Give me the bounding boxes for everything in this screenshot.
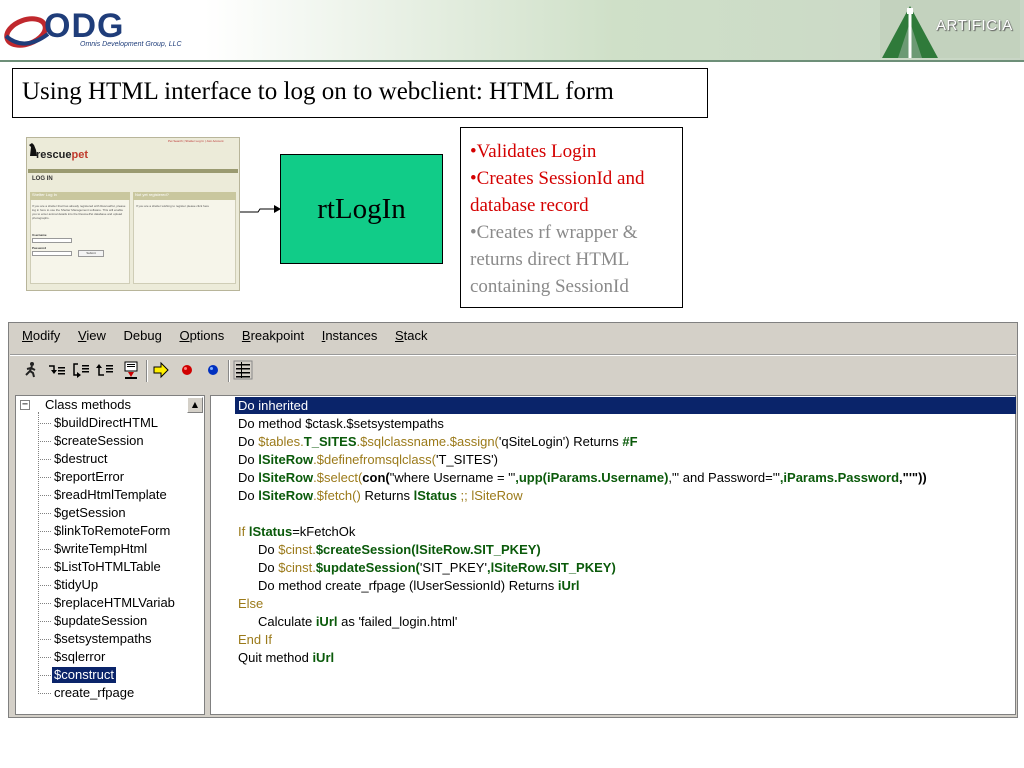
tree-item-method[interactable]: $setsystempaths <box>54 631 152 647</box>
run-icon[interactable] <box>20 358 42 382</box>
tree-scroll-up-button[interactable]: ▲ <box>187 397 203 413</box>
code-line-12[interactable]: Calculate iUrl as 'failed_login.html' <box>258 613 457 630</box>
tree-guide-branch <box>38 639 51 640</box>
artificia-logo-text: ARTIFICIA <box>936 17 1013 34</box>
menu-view[interactable]: View <box>78 328 106 343</box>
code-line-3[interactable]: Do $tables.T_SITES.$sqlclassname.$assign… <box>238 433 638 450</box>
thumbnail-password-label: Password <box>32 246 47 250</box>
debug-toolbar <box>16 358 316 386</box>
note-creates-wrapper: •Creates rf wrapper & returns direct HTM… <box>470 222 638 297</box>
note-validates-login: •Validates Login <box>470 141 597 162</box>
thumbnail-register-heading: Not yet registered? <box>133 192 236 200</box>
thumbnail-register-text: If you are a shelter wishing to register… <box>136 204 210 208</box>
tree-item-method[interactable]: $construct <box>52 667 116 683</box>
code-line-2[interactable]: Do method $ctask.$setsystempaths <box>238 415 444 432</box>
tree-guide-line <box>38 412 39 694</box>
tree-guide-branch <box>38 477 51 478</box>
tree-item-method[interactable]: $createSession <box>54 433 144 449</box>
menu-instances[interactable]: Instances <box>322 328 378 343</box>
go-to-icon[interactable] <box>150 358 172 382</box>
odg-logo-text: ODG <box>44 7 125 45</box>
tree-item-method[interactable]: $updateSession <box>54 613 147 629</box>
tree-item-method[interactable]: $getSession <box>54 505 126 521</box>
breakpoint-blue-icon[interactable] <box>202 358 224 382</box>
tree-guide-branch <box>38 675 51 676</box>
tree-item-method[interactable]: create_rfpage <box>54 685 134 701</box>
menu-breakpoint[interactable]: Breakpoint <box>242 328 304 343</box>
tree-guide-branch <box>38 513 51 514</box>
code-line-1[interactable]: Do inherited <box>238 397 308 414</box>
code-line-6[interactable]: Do lSiteRow.$fetch() Returns lStatus ;; … <box>238 487 523 504</box>
code-line-4[interactable]: Do lSiteRow.$definefromsqlclass('T_SITES… <box>238 451 498 468</box>
watch-list-icon[interactable] <box>232 358 254 382</box>
tree-guide-branch <box>38 441 51 442</box>
menu-modify[interactable]: Modify <box>22 328 60 343</box>
menu-options[interactable]: Options <box>179 328 224 343</box>
code-line-5[interactable]: Do lSiteRow.$select(con("where Username … <box>238 469 927 486</box>
code-line-7[interactable]: If lStatus=kFetchOk <box>238 523 355 540</box>
thumbnail-login-text: If you are a shelter that has already re… <box>32 204 126 220</box>
menu-debug[interactable]: Debug <box>124 328 162 343</box>
connector-arrow <box>240 205 281 213</box>
odg-tagline: Omnis Development Group, LLC <box>80 41 182 48</box>
menu-separator <box>10 354 1016 356</box>
header-divider <box>0 60 1024 62</box>
rtlogin-label: rtLogIn <box>317 193 406 225</box>
step-out-icon[interactable] <box>94 358 116 382</box>
step-over-icon[interactable] <box>70 358 92 382</box>
note-creates-session: •Creates SessionId and database record <box>470 168 645 216</box>
thumbnail-username-field <box>32 238 72 243</box>
code-line-8[interactable]: Do $cinst.$createSession(lSiteRow.SIT_PK… <box>258 541 541 558</box>
step-into-icon[interactable] <box>46 358 68 382</box>
menu-stack[interactable]: Stack <box>395 328 428 343</box>
tree-guide-branch <box>38 459 51 460</box>
code-line-11[interactable]: Else <box>238 595 263 612</box>
rescuepet-logo: rescuepet <box>36 149 88 161</box>
tree-item-method[interactable]: $reportError <box>54 469 124 485</box>
trace-icon[interactable] <box>120 358 142 382</box>
tree-item-method[interactable]: $destruct <box>54 451 107 467</box>
tree-guide-branch <box>38 423 51 424</box>
thumbnail-nav-bar <box>28 169 238 173</box>
thumbnail-login-heading: Shelter Log In <box>30 192 130 200</box>
thumbnail-submit-button: Submit <box>78 250 104 257</box>
tree-item-method[interactable]: $linkToRemoteForm <box>54 523 170 539</box>
code-line-14[interactable]: Quit method iUrl <box>238 649 334 666</box>
code-line-9[interactable]: Do $cinst.$updateSession('SIT_PKEY',lSit… <box>258 559 616 576</box>
page-title: Using HTML interface to log on to webcli… <box>22 78 614 105</box>
tree-guide-branch <box>38 549 51 550</box>
tree-collapse-icon[interactable]: − <box>20 400 30 410</box>
thumbnail-username-label: Username <box>32 233 47 237</box>
current-line-highlight <box>235 397 1016 414</box>
tree-item-method[interactable]: $buildDirectHTML <box>54 415 158 431</box>
thumbnail-section-title: LOG IN <box>32 176 53 182</box>
tree-guide-branch <box>38 585 51 586</box>
tree-item-method[interactable]: $replaceHTMLVariab <box>54 595 175 611</box>
menu-bar: Modify View Debug Options Breakpoint Ins… <box>22 328 442 343</box>
thumbnail-password-field <box>32 251 72 256</box>
tree-root-class-methods[interactable]: Class methods <box>45 397 131 413</box>
tree-guide-branch <box>38 531 51 532</box>
tree-guide-branch <box>38 495 51 496</box>
tree-guide-branch <box>38 603 51 604</box>
thumbnail-top-links: Pet Search | Shelter Log In | Join Accou… <box>168 139 224 143</box>
tree-item-method[interactable]: $tidyUp <box>54 577 98 593</box>
tree-item-method[interactable]: $ListToHTMLTable <box>54 559 161 575</box>
tree-item-method[interactable]: $readHtmlTemplate <box>54 487 167 503</box>
tree-guide-branch <box>38 567 51 568</box>
tree-guide-branch <box>38 621 51 622</box>
code-line-10[interactable]: Do method create_rfpage (lUserSessionId)… <box>258 577 580 594</box>
tree-item-method[interactable]: $sqlerror <box>54 649 105 665</box>
breakpoint-red-icon[interactable] <box>176 358 198 382</box>
tree-guide-branch <box>38 693 51 694</box>
code-line-13[interactable]: End If <box>238 631 272 648</box>
tree-guide-branch <box>38 657 51 658</box>
tree-item-method[interactable]: $writeTempHtml <box>54 541 147 557</box>
